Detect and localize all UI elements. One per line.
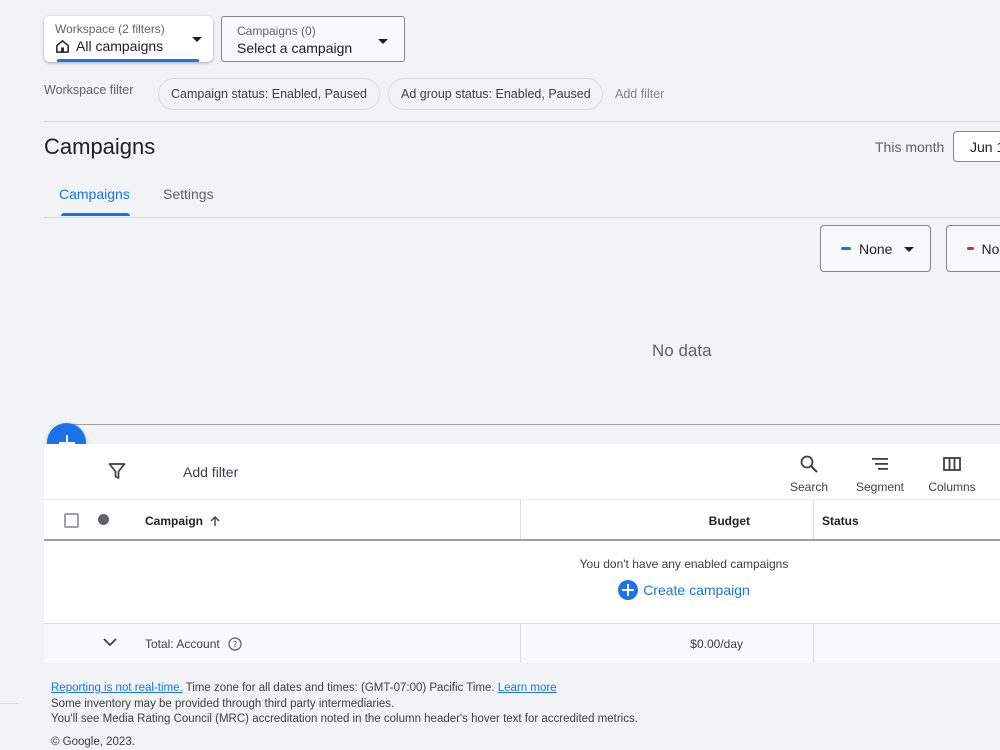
workspace-add-filter-button[interactable]: Add filter xyxy=(615,87,664,101)
column-separator xyxy=(813,500,814,540)
search-icon xyxy=(800,455,818,473)
workspace-filter-label: Workspace filter xyxy=(44,83,134,97)
select-all-checkbox[interactable] xyxy=(64,513,79,528)
campaigns-table-panel: Add filter Search Segment Columns Campai… xyxy=(44,444,1000,663)
plus-circle-icon xyxy=(618,580,639,600)
campaign-selector-label: Campaigns (0) xyxy=(237,24,316,38)
metric-selector-2-label: None xyxy=(981,240,1000,257)
segment-button-label: Segment xyxy=(855,480,905,494)
chevron-down-icon[interactable] xyxy=(102,634,118,650)
columns-button[interactable]: Columns xyxy=(922,454,982,494)
create-campaign-button[interactable]: Create campaign xyxy=(618,580,750,600)
filter-chip-campaign-status[interactable]: Campaign status: Enabled, Paused xyxy=(158,78,380,110)
chart-baseline xyxy=(62,424,1000,425)
page-title: Campaigns xyxy=(44,134,156,159)
empty-state-message: You don't have any enabled campaigns xyxy=(579,557,789,571)
table-add-filter-button[interactable]: Add filter xyxy=(183,464,238,480)
campaign-selector[interactable]: Campaigns (0) Select a campaign xyxy=(221,16,405,62)
divider xyxy=(44,217,1000,218)
metric-selector-1[interactable]: None xyxy=(820,225,931,272)
workspace-selector-label: Workspace (2 filters) xyxy=(55,22,165,36)
search-button[interactable]: Search xyxy=(779,454,839,494)
tab-campaigns[interactable]: Campaigns xyxy=(59,186,130,202)
help-icon[interactable]: ? xyxy=(228,637,242,651)
footer: Reporting is not real-time. Time zone fo… xyxy=(51,681,638,728)
timezone-text: Time zone for all dates and times: (GMT-… xyxy=(182,682,498,694)
filter-icon[interactable] xyxy=(108,462,126,480)
total-row: Total: Account ? $0.00/day xyxy=(44,624,1000,663)
column-header-campaign-label: Campaign xyxy=(145,514,204,528)
filter-chip-ad-group-status[interactable]: Ad group status: Enabled, Paused xyxy=(388,78,603,110)
create-campaign-label: Create campaign xyxy=(643,582,750,598)
columns-button-label: Columns xyxy=(928,480,976,494)
column-separator xyxy=(813,624,814,663)
metric-color-indicator xyxy=(967,247,974,250)
home-icon xyxy=(56,39,69,53)
campaign-selector-value: Select a campaign xyxy=(237,40,353,56)
learn-more-link[interactable]: Learn more xyxy=(498,682,557,694)
workspace-selector[interactable]: Workspace (2 filters) All campaigns xyxy=(44,16,213,62)
tab-settings[interactable]: Settings xyxy=(163,186,214,202)
column-header-campaign[interactable]: Campaign xyxy=(145,514,221,528)
date-range-label: This month xyxy=(875,139,945,155)
chart-empty-message: No data xyxy=(652,341,712,360)
inventory-note: Some inventory may be provided through t… xyxy=(51,697,395,710)
status-dot-icon xyxy=(98,514,109,525)
active-tab-indicator xyxy=(61,213,130,216)
metric-color-indicator xyxy=(841,247,851,250)
metric-selector-1-label: None xyxy=(859,240,893,257)
copyright: © Google, 2023. xyxy=(51,736,135,748)
divider xyxy=(44,121,1000,122)
segment-icon xyxy=(872,458,888,470)
workspace-selector-underline xyxy=(57,59,199,62)
column-header-budget[interactable]: Budget xyxy=(709,514,750,528)
columns-icon xyxy=(943,457,961,471)
svg-text:?: ? xyxy=(232,641,237,651)
workspace-selector-value: All campaigns xyxy=(76,38,164,54)
total-budget-value: $0.00/day xyxy=(690,637,743,651)
mrc-note: You'll see Media Rating Council (MRC) ac… xyxy=(51,713,638,725)
table-header-row: Campaign Budget Status xyxy=(44,500,1000,540)
total-account-label: Total: Account xyxy=(145,637,220,651)
chevron-down-icon xyxy=(904,247,914,252)
reporting-not-real-time-link[interactable]: Reporting is not real-time. xyxy=(51,682,183,694)
sort-arrow-up-icon xyxy=(210,516,220,526)
empty-state: You don't have any enabled campaigns Cre… xyxy=(514,557,854,601)
column-separator xyxy=(520,500,521,540)
header-divider xyxy=(44,539,1000,541)
chevron-down-icon xyxy=(378,39,388,44)
metric-selector-2[interactable]: None xyxy=(946,225,1000,272)
search-button-label: Search xyxy=(789,480,829,494)
divider xyxy=(0,703,18,704)
segment-button[interactable]: Segment xyxy=(850,454,910,494)
column-header-status[interactable]: Status xyxy=(822,514,859,528)
column-separator xyxy=(520,624,521,663)
date-range-picker[interactable]: Jun 1 xyxy=(953,131,1000,162)
chevron-down-icon xyxy=(192,37,202,42)
